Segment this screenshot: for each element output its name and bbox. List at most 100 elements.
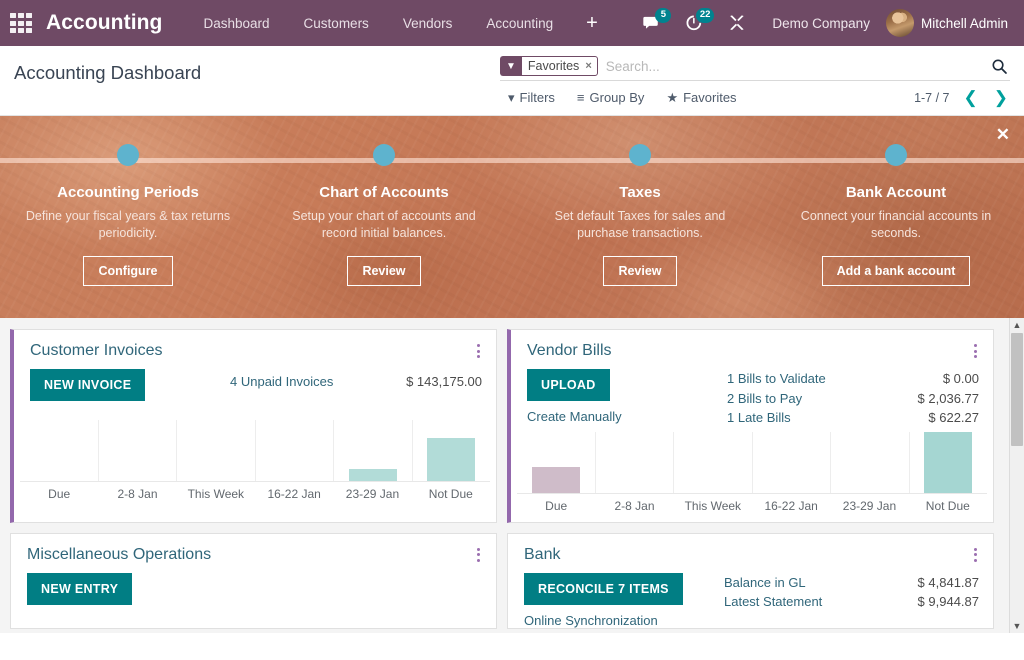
online-synchronization-link[interactable]: Online Synchronization (524, 613, 724, 628)
caret-down-icon[interactable]: ▼ (1013, 619, 1022, 633)
chart-col[interactable] (333, 420, 412, 481)
vertical-scrollbar[interactable]: ▲ ▼ (1009, 318, 1024, 633)
scrollbar-thumb[interactable] (1011, 333, 1023, 446)
search-input[interactable] (598, 59, 989, 74)
list-lines-icon: ≡ (577, 90, 585, 105)
chart-tick-label: 23-29 Jan (830, 499, 908, 513)
chart-col[interactable] (412, 420, 491, 481)
quick-add-button[interactable]: + (570, 3, 614, 43)
chart-x-axis: Due 2-8 Jan This Week 16-22 Jan 23-29 Ja… (20, 482, 490, 510)
close-icon[interactable]: ✕ (996, 126, 1010, 143)
card-title[interactable]: Vendor Bills (527, 342, 612, 360)
stat-row-balance-in-gl: Balance in GL $ 4,841.87 (724, 573, 981, 593)
user-menu[interactable]: Mitchell Admin (886, 9, 1012, 37)
stat-label[interactable]: Balance in GL (724, 573, 806, 593)
chart-col[interactable] (176, 420, 255, 481)
filters-dropdown[interactable]: ▾ Filters (508, 90, 555, 106)
filter-funnel-icon: ▾ (508, 90, 515, 106)
chart-plot (20, 420, 490, 482)
chart-vendor-bills: Due 2-8 Jan This Week 16-22 Jan 23-29 Ja… (511, 432, 993, 522)
chart-customer-invoices: Due 2-8 Jan This Week 16-22 Jan 23-29 Ja… (14, 420, 496, 510)
chart-col[interactable] (752, 432, 831, 493)
company-switcher[interactable]: Demo Company (758, 16, 886, 31)
upload-button[interactable]: UPLOAD (527, 369, 610, 401)
new-invoice-button[interactable]: NEW INVOICE (30, 369, 145, 401)
app-brand-accounting[interactable]: Accounting (46, 11, 163, 35)
stat-row-bills-to-pay: 2 Bills to Pay $ 2,036.77 (727, 389, 981, 409)
menu-item-vendors[interactable]: Vendors (386, 2, 470, 45)
developer-tools-button[interactable] (716, 6, 758, 40)
chart-col[interactable] (830, 432, 909, 493)
chart-tick-label: This Week (177, 487, 255, 501)
group-by-dropdown[interactable]: ≡ Group By (577, 90, 645, 105)
star-icon: ★ (666, 90, 678, 106)
stat-label[interactable]: 1 Bills to Validate (727, 369, 826, 389)
control-panel: Accounting Dashboard ▼ Favorites × (0, 46, 1024, 116)
card-bank: Bank RECONCILE 7 ITEMS Online Synchroniz… (507, 533, 994, 629)
add-bank-account-button[interactable]: Add a bank account (822, 256, 971, 286)
card-title[interactable]: Bank (524, 546, 560, 564)
activities-button[interactable]: 22 (673, 6, 716, 41)
caret-up-icon[interactable]: ▲ (1013, 318, 1022, 332)
step-dot-icon[interactable] (117, 144, 139, 166)
step-dot-icon[interactable] (629, 144, 651, 166)
activities-count-badge: 22 (696, 8, 715, 23)
stat-label[interactable]: Latest Statement (724, 592, 822, 612)
messages-button[interactable]: 5 (630, 6, 673, 41)
review-chart-of-accounts-button[interactable]: Review (347, 256, 420, 286)
review-taxes-button[interactable]: Review (603, 256, 676, 286)
chart-tick-label: This Week (674, 499, 752, 513)
step-dot-icon[interactable] (885, 144, 907, 166)
new-entry-button[interactable]: NEW ENTRY (27, 573, 132, 605)
card-menu-icon[interactable] (473, 546, 484, 564)
main-menu: Dashboard Customers Vendors Accounting + (187, 2, 614, 45)
search-button[interactable] (989, 58, 1010, 75)
menu-item-accounting[interactable]: Accounting (469, 2, 570, 45)
card-menu-icon[interactable] (473, 342, 484, 360)
search-bar[interactable]: ▼ Favorites × (500, 56, 1010, 81)
chart-tick-label: 2-8 Jan (98, 487, 176, 501)
pager-next-icon[interactable]: ❯ (992, 89, 1010, 106)
menu-item-customers[interactable]: Customers (287, 2, 386, 45)
apps-grid-icon[interactable] (6, 8, 36, 38)
chart-col[interactable] (20, 420, 98, 481)
stat-label[interactable]: 1 Late Bills (727, 408, 791, 428)
wrench-tools-icon (728, 14, 746, 32)
chart-tick-label: Due (517, 499, 595, 513)
card-customer-invoices: Customer Invoices NEW INVOICE 4 Unpaid I… (10, 329, 497, 523)
step-description: Setup your chart of accounts and record … (277, 208, 492, 243)
chart-tick-label: Not Due (412, 487, 490, 501)
pager-previous-icon[interactable]: ❮ (962, 89, 980, 106)
reconcile-items-button[interactable]: RECONCILE 7 ITEMS (524, 573, 683, 605)
step-title: Taxes (619, 184, 660, 201)
chart-col[interactable] (595, 432, 674, 493)
step-description: Define your fiscal years & tax returns p… (21, 208, 236, 243)
chart-col[interactable] (255, 420, 334, 481)
stat-row-late-bills: 1 Late Bills $ 622.27 (727, 408, 981, 428)
stat-label[interactable]: 2 Bills to Pay (727, 389, 802, 409)
chart-col[interactable] (673, 432, 752, 493)
messages-count-badge: 5 (655, 8, 671, 23)
favorites-dropdown[interactable]: ★ Favorites (666, 90, 736, 106)
step-description: Set default Taxes for sales and purchase… (533, 208, 748, 243)
menu-item-dashboard[interactable]: Dashboard (187, 2, 287, 45)
stat-row-latest-statement: Latest Statement $ 9,944.87 (724, 592, 981, 612)
chart-col[interactable] (909, 432, 988, 493)
onboarding-step-chart-of-accounts: Chart of Accounts Setup your chart of ac… (256, 144, 512, 318)
group-by-label: Group By (590, 90, 645, 105)
configure-button[interactable]: Configure (83, 256, 172, 286)
search-facet-favorites[interactable]: ▼ Favorites × (500, 56, 598, 76)
card-menu-icon[interactable] (970, 546, 981, 564)
card-menu-icon[interactable] (970, 342, 981, 360)
create-manually-link[interactable]: Create Manually (527, 409, 727, 424)
card-vendor-bills: Vendor Bills UPLOAD Create Manually 1 Bi… (507, 329, 994, 523)
facet-remove-icon[interactable]: × (585, 60, 591, 72)
chart-col[interactable] (517, 432, 595, 493)
step-dot-icon[interactable] (373, 144, 395, 166)
stat-label[interactable]: 4 Unpaid Invoices (230, 372, 333, 392)
card-title[interactable]: Customer Invoices (30, 342, 163, 360)
chart-tick-label: 23-29 Jan (333, 487, 411, 501)
navbar-right-group: 5 22 Demo Company Mitchell Admin (630, 6, 1012, 41)
chart-col[interactable] (98, 420, 177, 481)
card-title[interactable]: Miscellaneous Operations (27, 546, 211, 564)
